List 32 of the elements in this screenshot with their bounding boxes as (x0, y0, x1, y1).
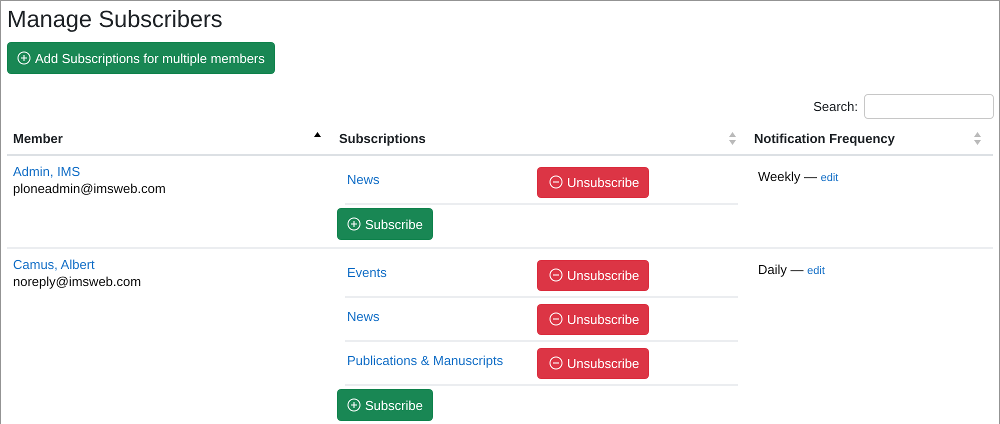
unsubscribe-button[interactable]: Unsubscribe (537, 348, 650, 378)
topic-link[interactable]: Publications & Manuscripts (345, 353, 504, 368)
minus-circle-icon (549, 175, 563, 189)
subscribe-button[interactable]: Subscribe (337, 208, 433, 240)
unsubscribe-button[interactable]: Unsubscribe (537, 260, 650, 290)
plus-circle-icon (17, 51, 31, 65)
unsubscribe-button[interactable]: Unsubscribe (537, 304, 650, 334)
member-link[interactable]: Admin, IMS (13, 164, 80, 179)
member-email: ploneadmin@imsweb.com (13, 181, 166, 196)
frequency-text: Weekly — (758, 169, 817, 184)
edit-link[interactable]: edit (820, 172, 838, 184)
unsubscribe-button[interactable]: Unsubscribe (537, 166, 650, 198)
add-subscriptions-button[interactable]: Add Subscriptions for multiple members (7, 42, 275, 74)
member-link[interactable]: Camus, Albert (13, 257, 95, 272)
minus-circle-icon (549, 356, 563, 370)
frequency-text: Daily — (758, 262, 804, 277)
search-field[interactable] (864, 94, 994, 119)
subscribe-button[interactable]: Subscribe (337, 389, 433, 421)
edit-link[interactable]: edit (807, 265, 825, 277)
plus-circle-icon (347, 217, 361, 231)
column-header[interactable]: Subscriptions (339, 131, 426, 146)
column-header[interactable]: Member (13, 131, 63, 146)
page-title: Manage Subscribers (7, 5, 223, 33)
member-email: noreply@imsweb.com (13, 274, 142, 289)
topic-link[interactable]: Events (345, 265, 387, 280)
minus-circle-icon (549, 268, 563, 282)
column-header[interactable]: Notification Frequency (754, 131, 895, 146)
topic-link[interactable]: News (345, 309, 380, 324)
plus-circle-icon (347, 398, 361, 412)
minus-circle-icon (549, 312, 563, 326)
search-label: Search: (813, 99, 858, 114)
topic-link[interactable]: News (345, 172, 380, 187)
